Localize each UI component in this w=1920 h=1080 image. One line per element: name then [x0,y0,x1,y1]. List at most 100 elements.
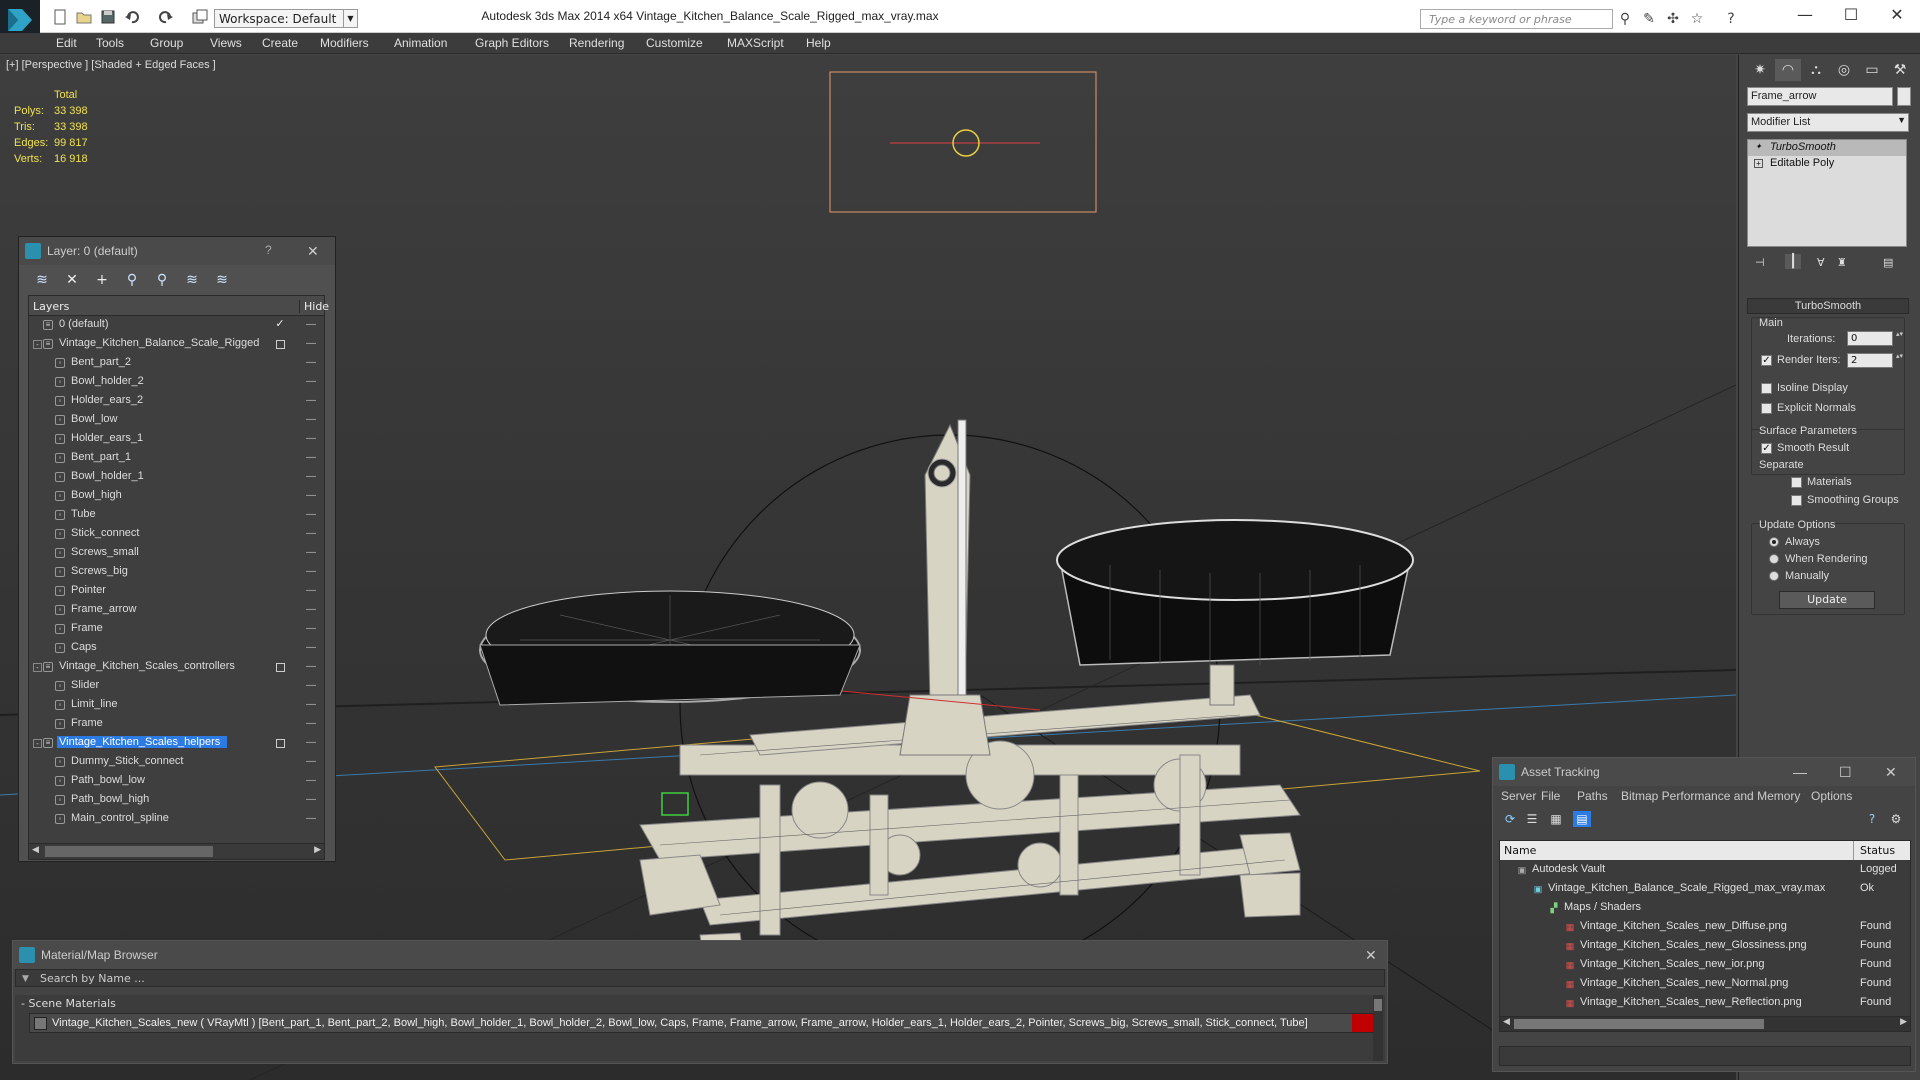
smooth-result-checkbox[interactable]: ✓ [1761,443,1772,454]
close-icon[interactable]: ✕ [1885,764,1897,781]
minimize-icon[interactable]: — [1793,764,1807,780]
hide-toggle-icon[interactable]: — [306,699,316,710]
freeze-all-icon[interactable]: ≋ [213,271,231,289]
help-button[interactable]: ? [265,243,272,257]
layer-object-row[interactable]: ◦ Caps — [29,639,324,658]
iterations-spinner[interactable]: 0 [1847,330,1904,346]
refresh-icon[interactable]: ⟳ [1501,811,1519,827]
layer-object-row[interactable]: ◦ Screws_big — [29,563,324,582]
layer-object-row[interactable]: ◦ Bowl_holder_1 — [29,468,324,487]
asset-panel-titlebar[interactable]: Asset Tracking — ☐ ✕ [1493,758,1915,786]
layer-object-row[interactable]: ◦ Holder_ears_2 — [29,392,324,411]
hierarchy-tab-icon[interactable]: ⛬ [1803,59,1829,81]
when-rendering-radio[interactable] [1769,554,1779,564]
hide-toggle-icon[interactable]: — [306,395,316,406]
viewport-label[interactable]: [+] [Perspective ] [Shaded + Edged Faces… [6,59,216,71]
menu-customize[interactable]: Customize [646,36,703,50]
select-objects-icon[interactable]: ⚲ [123,271,141,289]
update-button[interactable]: Update [1779,591,1875,609]
hide-toggle-icon[interactable]: — [306,490,316,501]
motion-tab-icon[interactable]: ◎ [1831,59,1857,81]
asset-menu-file[interactable]: File [1541,789,1560,803]
hide-toggle-icon[interactable]: — [306,680,316,691]
help-icon[interactable]: ? [1722,10,1740,28]
material-panel-titlebar[interactable]: Material/Map Browser ✕ [13,941,1387,969]
layer-name[interactable]: Slider [69,679,101,691]
layers-tree[interactable]: Layers Hide ≡ 0 (default) ✓ — - ≡ Vintage_Kitc… [28,295,329,860]
asset-row[interactable]: ▦ Vintage_Kitchen_Scales_new_Normal.png Fo… [1500,974,1910,993]
hide-toggle-icon[interactable]: — [306,338,316,349]
layer-name[interactable]: Bowl_holder_2 [69,375,146,387]
menu-maxscript[interactable]: MAXScript [727,36,784,50]
layer-name[interactable]: Screws_small [69,546,141,558]
stack-item-turbosmooth[interactable]: ✦ TurboSmooth [1748,140,1906,156]
communication-center-icon[interactable]: ✎ [1640,10,1658,28]
hide-toggle-icon[interactable]: — [306,604,316,615]
layer-object-row[interactable]: ◦ Dummy_Stick_connect — [29,753,324,772]
hide-all-icon[interactable]: ≋ [183,271,201,289]
settings-icon[interactable]: ⚙ [1887,811,1905,827]
hide-toggle-icon[interactable]: — [306,718,316,729]
material-search-input[interactable]: ▼ Search by Name ... [15,969,1385,987]
menu-tools[interactable]: Tools [96,36,124,50]
add-to-layer-icon[interactable]: + [93,271,111,289]
asset-row[interactable]: ▦ Vintage_Kitchen_Scales_new_Glossiness.p… [1500,936,1910,955]
collapse-toggle-icon[interactable]: - [33,340,42,349]
menu-modifiers[interactable]: Modifiers [320,36,369,50]
layer-name[interactable]: Tube [69,508,98,520]
expand-plus-icon[interactable]: + [1754,159,1763,168]
hide-toggle-icon[interactable]: — [306,357,316,368]
layer-object-row[interactable]: ◦ Slider — [29,677,324,696]
hide-toggle-icon[interactable]: — [306,452,316,463]
set-current-layer-box[interactable] [276,739,285,748]
column-name[interactable]: Name [1504,844,1536,857]
layer-row[interactable]: - ≡ Vintage_Kitchen_Balance_Scale_Rigged — [29,335,324,354]
layer-object-row[interactable]: ◦ Bowl_high — [29,487,324,506]
turbosmooth-rollout-title[interactable]: TurboSmooth [1747,298,1909,314]
layer-name[interactable]: Bowl_high [69,489,124,501]
layer-name[interactable]: Frame [69,622,105,634]
modify-tab-icon[interactable]: ◠ [1775,59,1801,81]
layer-row[interactable]: - ≡ Vintage_Kitchen_Scales_controllers — [29,658,324,677]
materials-checkbox[interactable] [1791,477,1802,488]
pin-stack-icon[interactable]: ⊣ [1755,256,1765,269]
layer-name[interactable]: 0 (default) [57,318,111,330]
smoothing-groups-checkbox[interactable] [1791,495,1802,506]
layer-object-row[interactable]: ◦ Frame — [29,715,324,734]
explicit-normals-checkbox[interactable] [1761,403,1772,414]
set-current-layer-box[interactable] [276,340,285,349]
hide-toggle-icon[interactable]: — [306,433,316,444]
layer-name[interactable]: Frame [69,717,105,729]
hide-toggle-icon[interactable]: — [306,642,316,653]
stack-item-editable-poly[interactable]: + Editable Poly [1748,156,1906,172]
hide-toggle-icon[interactable]: — [306,775,316,786]
layer-name[interactable]: Vintage_Kitchen_Balance_Scale_Rigged [57,337,261,349]
scroll-right-icon[interactable]: ▶ [314,845,321,855]
layer-object-row[interactable]: ◦ Bowl_low — [29,411,324,430]
scene-materials-title[interactable]: - Scene Materials [21,997,116,1010]
asset-table[interactable]: Name Status ▣ Autodesk Vault Logged ▣ Vintag… [1499,840,1911,1032]
current-layer-check-icon[interactable]: ✓ [274,318,286,330]
vertical-scrollbar[interactable] [1373,995,1383,1061]
scroll-right-icon[interactable]: ▶ [1900,1017,1907,1027]
menu-edit[interactable]: Edit [56,36,77,50]
layer-object-row[interactable]: ◦ Main_control_spline — [29,810,324,829]
highlight-layer-icon[interactable]: ⚲ [153,271,171,289]
layer-name[interactable]: Limit_line [69,698,119,710]
layer-name[interactable]: Stick_connect [69,527,141,539]
asset-menu-bitmap-performance-and-memory[interactable]: Bitmap Performance and Memory [1621,789,1800,803]
hide-toggle-icon[interactable]: — [306,623,316,634]
hide-toggle-icon[interactable]: — [306,566,316,577]
layer-name[interactable]: Vintage_Kitchen_Scales_helpers [57,736,227,748]
collapse-toggle-icon[interactable]: - [33,739,42,748]
always-radio[interactable] [1769,537,1779,547]
layer-name[interactable]: Holder_ears_1 [69,432,145,444]
layer-name[interactable]: Pointer [69,584,108,596]
hide-toggle-icon[interactable]: — [306,471,316,482]
asset-row[interactable]: ▣ Autodesk Vault Logged [1500,860,1910,879]
layer-name[interactable]: Holder_ears_2 [69,394,145,406]
thumbnail-view-icon[interactable]: ▦ [1547,811,1565,827]
layer-row[interactable]: ≡ 0 (default) ✓ — [29,316,324,335]
layer-panel-titlebar[interactable]: Layer: 0 (default) ? ✕ [19,237,335,265]
hide-toggle-icon[interactable]: — [306,756,316,767]
